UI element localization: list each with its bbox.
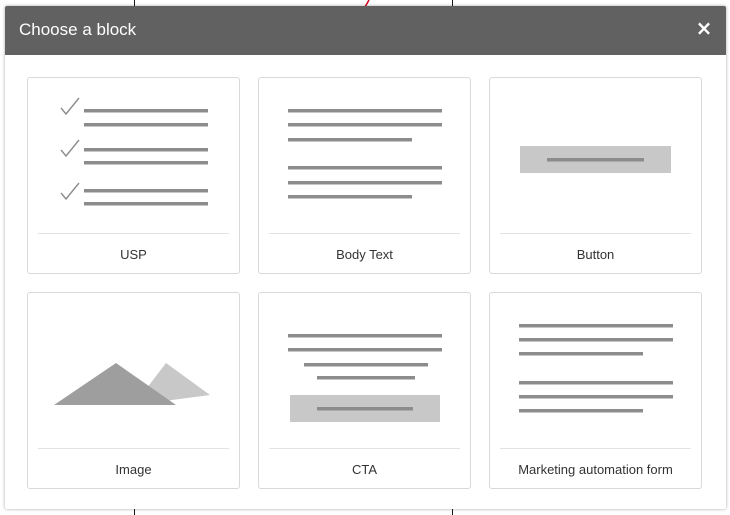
block-card-image[interactable]: Image	[27, 292, 240, 489]
usp-checklist-icon	[60, 97, 208, 206]
body-text-icon	[288, 109, 442, 199]
block-label-image: Image	[115, 462, 152, 477]
card-divider	[38, 448, 229, 449]
block-label-marketing-automation-form: Marketing automation form	[518, 462, 673, 477]
card-divider	[500, 448, 691, 449]
close-button[interactable]: ×	[694, 17, 714, 39]
cta-block-icon	[288, 334, 442, 422]
block-label-cta: CTA	[351, 462, 378, 477]
button-block-icon	[520, 146, 671, 173]
card-divider	[500, 233, 691, 234]
image-mountains-icon	[54, 363, 210, 405]
block-card-usp[interactable]: USP	[27, 77, 240, 274]
card-divider	[269, 448, 460, 449]
block-card-cta[interactable]: CTA	[258, 292, 471, 489]
block-card-button[interactable]: Button	[489, 77, 702, 274]
block-label-button: Button	[576, 247, 615, 262]
block-label-usp: USP	[120, 247, 147, 262]
block-card-marketing-automation-form[interactable]: Marketing automation form	[489, 292, 702, 489]
background-divider-left-bottom	[134, 509, 135, 515]
block-card-body-text[interactable]: Body Text	[258, 77, 471, 274]
card-divider	[38, 233, 229, 234]
form-block-icon	[519, 324, 673, 413]
background-divider-right-bottom	[452, 509, 453, 515]
block-label-body-text: Body Text	[336, 247, 393, 262]
card-divider	[269, 233, 460, 234]
dialog-title: Choose a block	[19, 20, 137, 39]
choose-block-dialog: Choose a block × USP Body Text Button Im…	[5, 6, 726, 509]
dialog-header: Choose a block ×	[5, 6, 726, 55]
